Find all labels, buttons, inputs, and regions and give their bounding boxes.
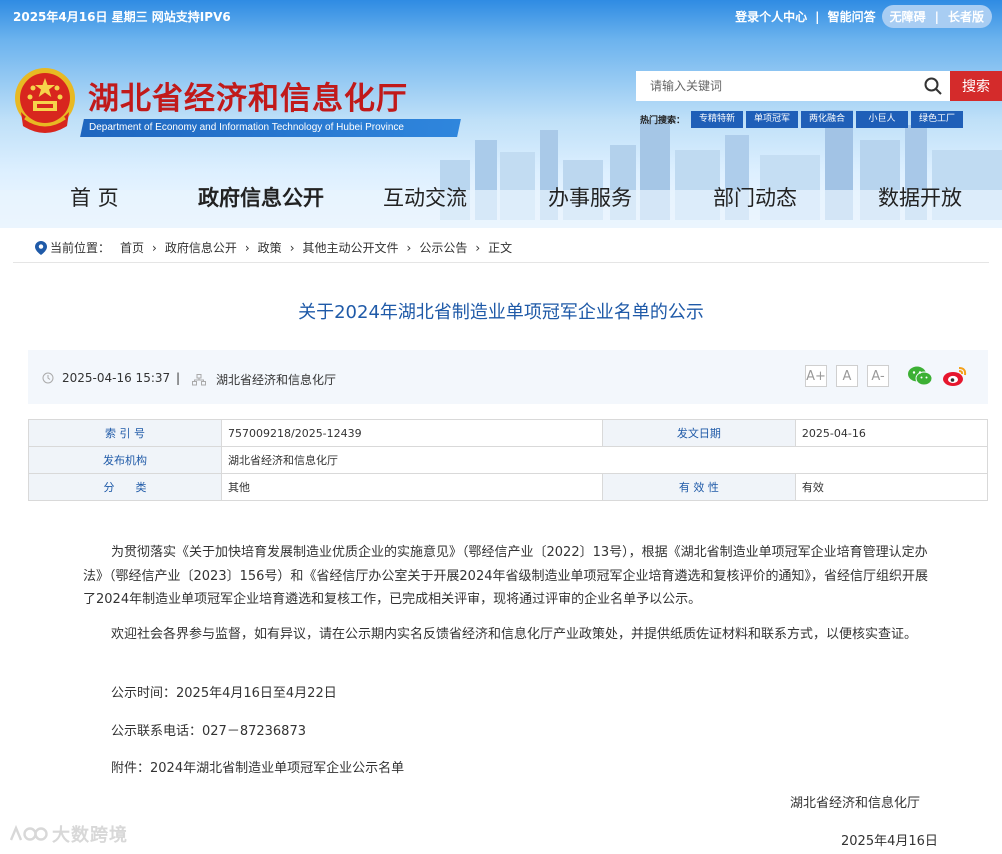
table-row: 索 引 号 757009218/2025-12439 发文日期 2025-04-… <box>28 419 989 447</box>
organization-icon <box>192 373 206 385</box>
wechat-share-icon[interactable] <box>907 365 933 387</box>
top-bar: 2025年4月16日 星期三 网站支持IPV6 登录个人中心 | 智能问答 无障… <box>0 0 1002 30</box>
location-pin-icon <box>35 240 47 255</box>
breadcrumb-gov-info[interactable]: 政府信息公开 <box>165 239 237 256</box>
search-input[interactable] <box>636 71 950 101</box>
accessible-link[interactable]: 无障碍 <box>890 8 926 25</box>
table-row: 分 类 其他 有 效 性 有效 <box>28 473 989 501</box>
hot-search-label: 热门搜索： <box>640 116 686 126</box>
contact-phone: 公示联系电话：027－87236873 <box>111 724 306 739</box>
category-value: 其他 <box>221 473 603 501</box>
hot-tag[interactable]: 专精特新 <box>691 111 744 128</box>
breadcrumb-other-files[interactable]: 其他主动公开文件 <box>303 239 399 256</box>
login-link[interactable]: 登录个人中心 <box>735 8 807 25</box>
body-paragraph-1-text: 为贯彻落实《关于加快培育发展制造业优质企业的实施意见》（鄂经信产业〔2022〕1… <box>83 545 928 607</box>
index-number-label: 索 引 号 <box>28 419 222 447</box>
breadcrumb-home[interactable]: 首页 <box>120 239 144 256</box>
signature-organization: 湖北省经济和信息化厅 <box>790 796 921 811</box>
chevron-right-icon: › <box>475 240 481 255</box>
divider: | <box>934 9 939 24</box>
publisher-name: 湖北省经济和信息化厅 <box>216 373 337 387</box>
site-header: 2025年4月16日 星期三 网站支持IPV6 登录个人中心 | 智能问答 无障… <box>0 0 1002 228</box>
category-label: 分 类 <box>28 473 222 501</box>
issuer-value: 湖北省经济和信息化厅 <box>221 446 988 474</box>
divider: | <box>815 9 820 24</box>
breadcrumb: 当前位置： 首页 › 政府信息公开 › 政策 › 其他主动公开文件 › 公示公告… <box>35 239 512 256</box>
hot-tag[interactable]: 绿色工厂 <box>911 111 964 128</box>
nav-home[interactable]: 首 页 <box>70 182 119 212</box>
publish-datetime: 2025-04-16 15:37 <box>62 371 171 385</box>
breadcrumb-policy[interactable]: 政策 <box>258 239 282 256</box>
search-button[interactable]: 搜索 <box>950 71 1002 101</box>
table-row: 发布机构 湖北省经济和信息化厅 <box>28 446 988 474</box>
breadcrumb-notices[interactable]: 公示公告 <box>419 239 467 256</box>
hot-tag[interactable]: 小巨人 <box>856 111 909 128</box>
watermark: 大数跨境 <box>8 821 128 847</box>
attachment-link[interactable]: 附件：2024年湖北省制造业单项冠军企业公示名单 <box>111 757 404 781</box>
divider: | <box>176 371 181 385</box>
weibo-share-icon[interactable] <box>942 365 968 387</box>
date-ipv6-text: 2025年4月16日 星期三 网站支持IPV6 <box>13 10 231 24</box>
font-decrease-button[interactable]: A- <box>867 365 889 387</box>
breadcrumb-current: 正文 <box>488 241 513 255</box>
signature-date: 2025年4月16日 <box>841 834 938 849</box>
site-title: 湖北省经济和信息化厅 <box>88 81 408 117</box>
nav-open-data[interactable]: 数据开放 <box>878 182 962 212</box>
watermark-text: 大数跨境 <box>52 825 128 846</box>
nav-gov-info[interactable]: 政府信息公开 <box>198 182 324 212</box>
body-paragraph-2: 欢迎社会各界参与监督，如有异议，请在公示期内实名反馈省经济和信息化厅产业政策处，… <box>83 623 935 647</box>
search-box: 搜索 <box>636 71 1002 101</box>
body-paragraph-1: 为贯彻落实《关于加快培育发展制造业优质企业的实施意见》（鄂经信产业〔2022〕1… <box>83 541 935 612</box>
nav-services[interactable]: 办事服务 <box>548 182 632 212</box>
watermark-logo-icon <box>9 824 48 841</box>
chevron-right-icon: › <box>244 240 250 255</box>
faq-link[interactable]: 智能问答 <box>828 8 876 25</box>
clock-icon <box>42 372 54 384</box>
elder-mode-link[interactable]: 长者版 <box>948 8 984 25</box>
hot-tag[interactable]: 两化融合 <box>801 111 854 128</box>
chevron-right-icon: › <box>406 240 412 255</box>
publish-time: 2025-04-16 15:37 <box>42 371 170 385</box>
article-title: 关于2024年湖北省制造业单项冠军企业名单的公示 <box>298 302 704 323</box>
hot-search-bar: 热门搜索： 专精特新 单项冠军 两化融合 小巨人 绿色工厂 <box>640 111 966 128</box>
font-reset-button[interactable]: A <box>836 365 858 387</box>
issue-date-label: 发文日期 <box>601 419 796 447</box>
font-increase-button[interactable]: A+ <box>805 365 827 387</box>
hot-tag[interactable]: 单项冠军 <box>746 111 799 128</box>
validity-value: 有效 <box>794 473 989 501</box>
search-icon[interactable] <box>924 77 942 95</box>
site-english-subtitle: Department of Economy and Information Te… <box>80 119 461 137</box>
chevron-right-icon: › <box>152 240 157 255</box>
nav-dept-news[interactable]: 部门动态 <box>713 182 797 212</box>
article-meta-bar: 2025-04-16 15:37 | 湖北省经济和信息化厅 A+ A A- <box>28 350 988 404</box>
issue-date-value: 2025-04-16 <box>794 419 989 447</box>
index-number-value: 757009218/2025-12439 <box>221 419 603 447</box>
main-nav: 首 页 政府信息公开 互动交流 办事服务 部门动态 数据开放 <box>0 182 1002 216</box>
issuer-label: 发布机构 <box>28 446 222 474</box>
site-english-subtitle-text: Department of Economy and Information Te… <box>89 122 404 133</box>
breadcrumb-label: 当前位置： <box>50 241 111 255</box>
accessibility-pill: 无障碍 | 长者版 <box>881 5 992 28</box>
top-links: 登录个人中心 | 智能问答 无障碍 | 长者版 <box>735 5 992 28</box>
notice-period: 公示时间：2025年4月16日至4月22日 <box>111 686 337 701</box>
document-info-table: 索 引 号 757009218/2025-12439 发文日期 2025-04-… <box>28 419 989 501</box>
breadcrumb-divider <box>13 262 989 263</box>
validity-label: 有 效 性 <box>601 473 796 501</box>
chevron-right-icon: › <box>289 240 295 255</box>
publisher: 湖北省经济和信息化厅 <box>192 371 336 388</box>
national-emblem-icon <box>15 68 75 133</box>
nav-interaction[interactable]: 互动交流 <box>383 182 467 212</box>
body-paragraph-2-text: 欢迎社会各界参与监督，如有异议，请在公示期内实名反馈省经济和信息化厅产业政策处，… <box>111 627 918 642</box>
